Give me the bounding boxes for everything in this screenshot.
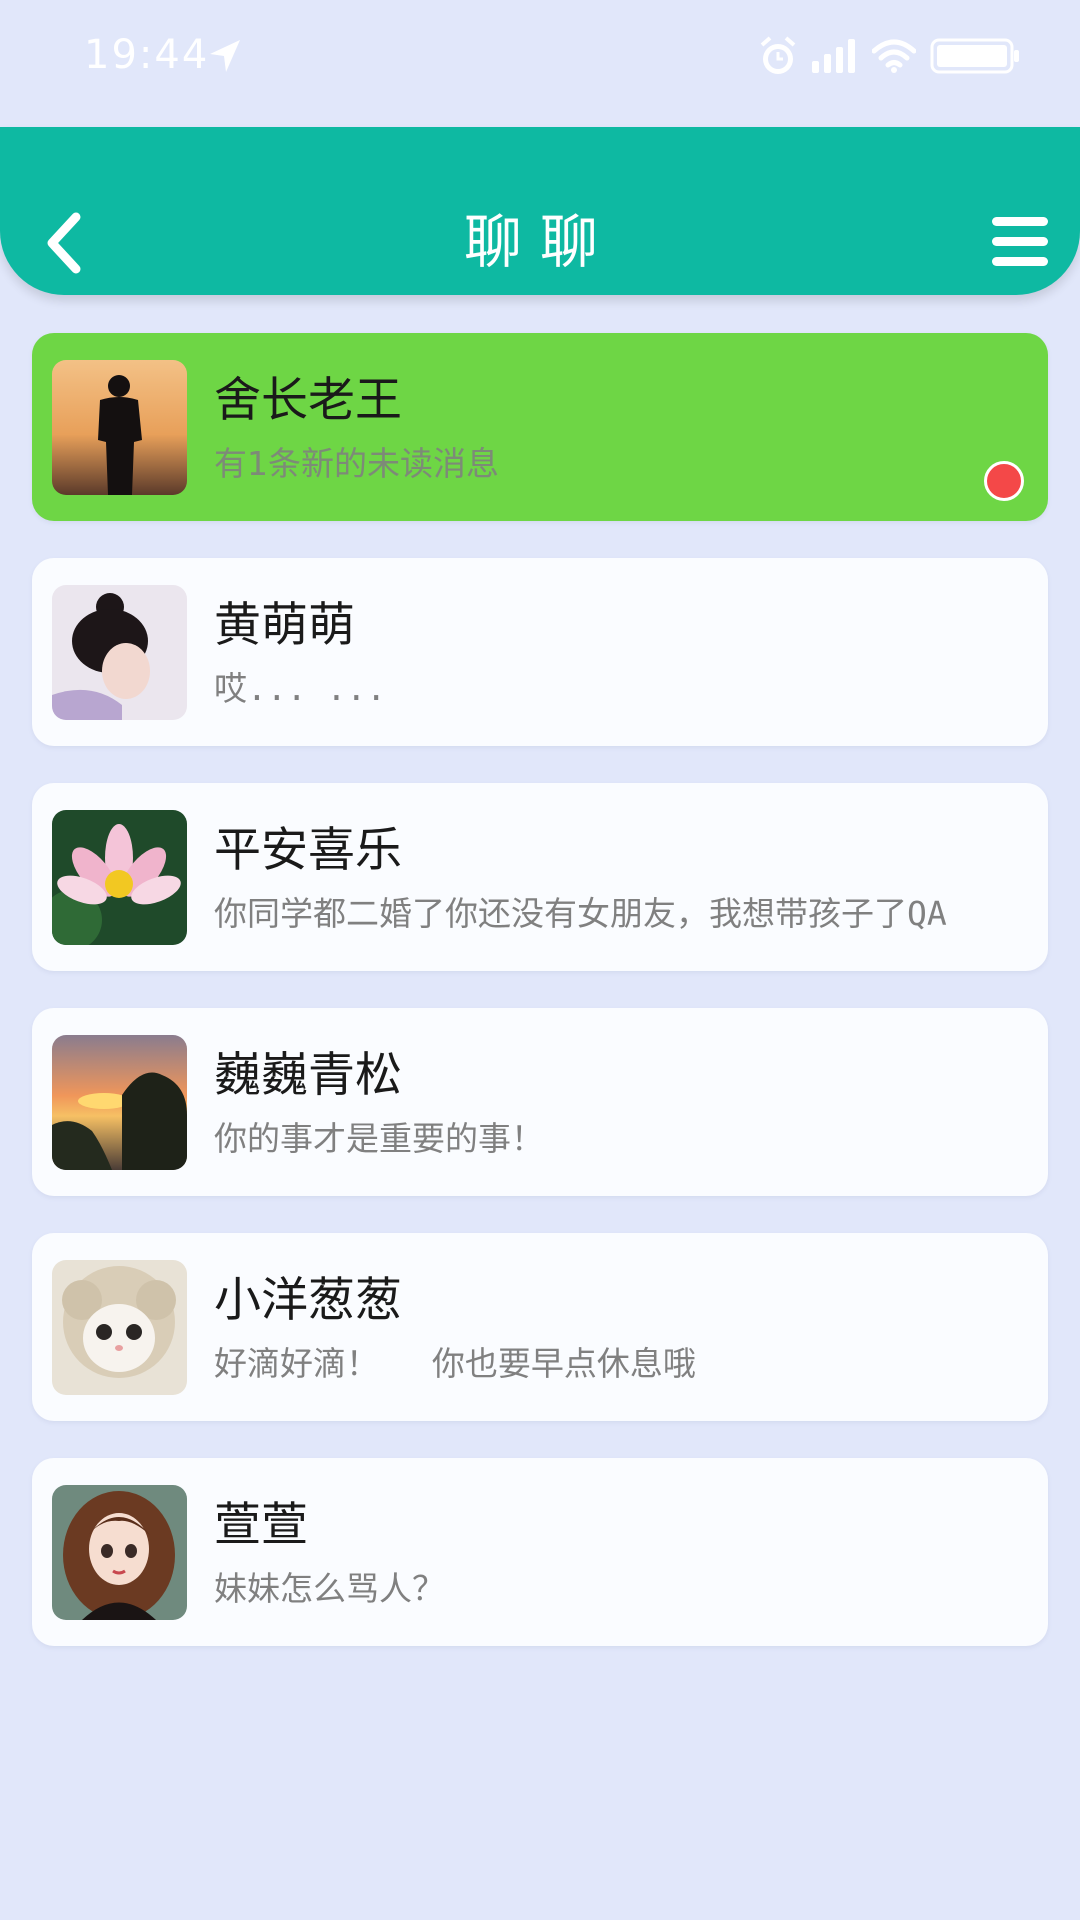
chat-preview: 你同学都二婚了你还没有女朋友，我想带孩子了QA [214, 894, 947, 933]
chat-item[interactable]: 小洋葱葱 好滴好滴！ 你也要早点休息哦 [32, 1233, 1048, 1421]
wifi-icon [872, 39, 916, 73]
chat-preview: 好滴好滴！ 你也要早点休息哦 [214, 1344, 696, 1383]
battery-icon [930, 37, 1020, 75]
signal-icon [812, 39, 858, 73]
avatar [52, 1260, 187, 1395]
chat-item[interactable]: 平安喜乐 你同学都二婚了你还没有女朋友，我想带孩子了QA [32, 783, 1048, 971]
location-arrow-icon [208, 38, 242, 74]
app-header: 聊聊 [0, 127, 1080, 295]
avatar [52, 810, 187, 945]
chat-name: 黄萌萌 [214, 598, 355, 653]
chat-name: 小洋葱葱 [214, 1273, 402, 1328]
avatar [52, 1035, 187, 1170]
avatar [52, 360, 187, 495]
alarm-icon [758, 35, 798, 77]
chat-preview: 妹妹怎么骂人？ [214, 1569, 445, 1608]
page-title: 聊聊 [463, 208, 616, 276]
chat-name: 巍巍青松 [214, 1048, 402, 1103]
status-icons [758, 34, 1020, 78]
chat-name: 舍长老王 [214, 373, 402, 428]
chat-preview: 哎... ... [214, 669, 387, 708]
chat-list: 舍长老王 有1条新的未读消息 黄萌萌 哎... ... 平安喜乐 你同学都二婚了… [32, 333, 1048, 1683]
avatar [52, 1485, 187, 1620]
chat-item[interactable]: 舍长老王 有1条新的未读消息 [32, 333, 1048, 521]
status-bar: 19:44 [0, 0, 1080, 110]
chat-item[interactable]: 黄萌萌 哎... ... [32, 558, 1048, 746]
chat-preview: 你的事才是重要的事！ [214, 1119, 544, 1158]
status-time: 19:44 [84, 32, 210, 78]
hamburger-menu-icon [992, 217, 1048, 266]
chat-item[interactable]: 萱萱 妹妹怎么骂人？ [32, 1458, 1048, 1646]
chat-preview: 有1条新的未读消息 [214, 444, 499, 483]
unread-badge [984, 461, 1024, 501]
chat-name: 平安喜乐 [214, 823, 402, 878]
avatar [52, 585, 187, 720]
chat-name: 萱萱 [214, 1498, 308, 1553]
menu-button[interactable] [992, 217, 1048, 267]
chat-item[interactable]: 巍巍青松 你的事才是重要的事！ [32, 1008, 1048, 1196]
